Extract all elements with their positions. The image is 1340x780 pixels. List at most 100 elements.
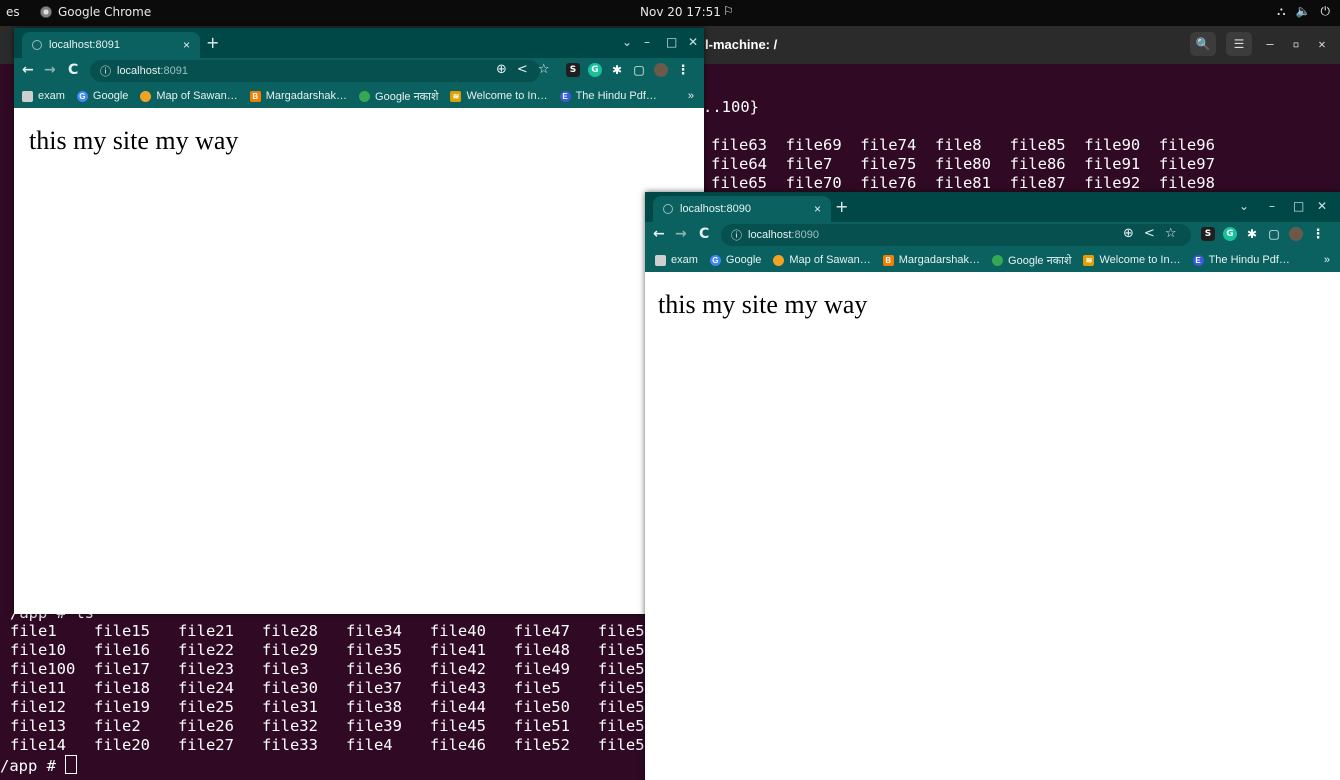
bookmark-label: The Hindu Pdf…	[1208, 254, 1290, 266]
map-pin-icon	[773, 254, 785, 266]
grammarly-icon[interactable]: G	[1223, 227, 1237, 241]
minimize-icon[interactable]: –	[644, 35, 650, 49]
google-icon: G	[709, 254, 721, 266]
profile-avatar[interactable]	[1289, 227, 1303, 241]
bookmark-exam[interactable]: exam	[655, 254, 698, 266]
bookmarks-bar: exam G Google Map of Sawan… B Margadarshak…	[14, 84, 704, 108]
maximize-icon[interactable]: □	[1293, 199, 1304, 213]
terminal-line: ..100}	[703, 98, 759, 116]
bookmark-google[interactable]: G Google	[76, 90, 129, 102]
menu-kebab-icon[interactable]: ⋮	[1311, 227, 1325, 242]
share-icon[interactable]: <	[517, 62, 528, 77]
terminal-line: file11 file18 file24 file30 file37 file4…	[10, 679, 701, 697]
url-host: localhost	[117, 65, 161, 77]
side-panel-icon[interactable]: ▢	[1267, 227, 1281, 241]
bookmark-map-of-sawan[interactable]: Map of Sawan…	[773, 254, 871, 266]
extensions-puzzle-icon[interactable]: ✱	[1245, 227, 1259, 241]
tab-close-icon[interactable]: ×	[814, 202, 821, 216]
chrome-window-8091[interactable]: localhost:8091 × + ⌄ – □ ✕ ← → C ⓘ local…	[14, 28, 704, 614]
terminal-close-icon[interactable]: ✕	[1314, 37, 1330, 51]
google-icon: G	[76, 90, 88, 102]
terminal-line: file12 file19 file25 file31 file38 file4…	[10, 698, 701, 716]
bookmark-welcome[interactable]: ≋ Welcome to In…	[450, 90, 548, 102]
address-bar[interactable]: ⓘ localhost:8090	[721, 224, 1191, 246]
map-pin-icon	[140, 90, 152, 102]
url-port: :8090	[791, 229, 819, 241]
terminal-maximize-icon[interactable]: ▫	[1288, 37, 1304, 51]
terminal-menu-icon[interactable]: ☰	[1226, 32, 1252, 56]
bookmarks-overflow-icon[interactable]: »	[1324, 254, 1330, 266]
clock[interactable]: Nov 20 17:51	[640, 5, 721, 19]
bookmark-google-maps[interactable]: Google नकाशे	[992, 253, 1071, 268]
address-bar[interactable]: ⓘ localhost:8091	[90, 60, 540, 82]
bookmark-the-hindu[interactable]: E The Hindu Pdf…	[559, 90, 657, 102]
tab-localhost-8091[interactable]: localhost:8091 ×	[22, 32, 200, 58]
terminal-title: l-machine: /	[705, 37, 778, 52]
minimize-icon[interactable]: –	[1269, 199, 1275, 213]
bookmark-label: Map of Sawan…	[789, 254, 871, 266]
bookmark-margadarshak[interactable]: B Margadarshak…	[249, 90, 347, 102]
terminal-line: file14 file20 file27 file33 file4 file46…	[10, 736, 701, 754]
bookmarks-bar: exam G Google Map of Sawan… B Margadarshak…	[645, 248, 1340, 272]
app-menu-label: Google Chrome	[58, 5, 152, 19]
terminal-search-icon[interactable]: 🔍	[1190, 32, 1216, 56]
bookmark-margadarshak[interactable]: B Margadarshak…	[882, 254, 980, 266]
back-icon[interactable]: ←	[653, 226, 665, 242]
tab-localhost-8090[interactable]: localhost:8090 ×	[653, 196, 831, 222]
notification-icon: ⚐	[723, 4, 734, 18]
bookmark-map-of-sawan[interactable]: Map of Sawan…	[140, 90, 238, 102]
terminal-line: file64 file7 file75 file80 file86 file91…	[711, 155, 1215, 173]
welcome-icon: ≋	[450, 90, 462, 102]
forward-icon[interactable]: →	[675, 226, 687, 242]
new-tab-icon[interactable]: +	[835, 199, 848, 215]
system-tray[interactable]: ⛬ 🔈 ⏻	[1277, 4, 1330, 19]
bookmark-welcome[interactable]: ≋ Welcome to In…	[1083, 254, 1181, 266]
volume-icon: 🔈	[1295, 4, 1311, 18]
profile-avatar[interactable]	[654, 63, 668, 77]
extensions-puzzle-icon[interactable]: ✱	[610, 63, 624, 77]
site-info-icon[interactable]: ⓘ	[731, 227, 742, 243]
zoom-icon[interactable]: ⊕	[1123, 226, 1134, 241]
close-icon[interactable]: ✕	[1317, 199, 1327, 213]
close-icon[interactable]: ✕	[688, 35, 698, 49]
tab-search-icon[interactable]: ⌄	[622, 35, 632, 49]
tab-close-icon[interactable]: ×	[183, 38, 190, 52]
forward-icon[interactable]: →	[44, 62, 56, 78]
bookmarks-overflow-icon[interactable]: »	[688, 90, 694, 102]
share-icon[interactable]: <	[1144, 226, 1155, 241]
terminal-prompt-line[interactable]: /app #	[0, 755, 78, 776]
tab-favicon-icon	[663, 204, 673, 214]
bookmark-the-hindu[interactable]: E The Hindu Pdf…	[1192, 254, 1290, 266]
bookmark-google[interactable]: G Google	[709, 254, 761, 266]
site-info-icon[interactable]: ⓘ	[100, 63, 111, 79]
toolbar: ← → C ⓘ localhost:8091 ⊕ < ☆ S G ✱ ▢ ⋮	[14, 58, 704, 84]
reload-icon[interactable]: C	[68, 62, 78, 78]
zoom-icon[interactable]: ⊕	[496, 62, 507, 77]
maximize-icon[interactable]: □	[666, 35, 677, 49]
bookmark-label: The Hindu Pdf…	[575, 90, 657, 102]
bookmark-star-icon[interactable]: ☆	[1165, 226, 1177, 241]
extension-s-icon[interactable]: S	[566, 63, 580, 77]
blogger-icon: B	[249, 90, 261, 102]
app-menu[interactable]: Google Chrome	[40, 5, 151, 19]
url-port: :8091	[160, 65, 188, 77]
tab-search-icon[interactable]: ⌄	[1239, 199, 1249, 213]
bookmark-label: Google	[92, 90, 129, 102]
activities-button[interactable]: es	[6, 5, 20, 19]
menu-kebab-icon[interactable]: ⋮	[676, 63, 690, 78]
grammarly-icon[interactable]: G	[588, 63, 602, 77]
page-content-text: this my site my way	[658, 290, 868, 319]
terminal-minimize-icon[interactable]: –	[1262, 37, 1278, 51]
extension-s-icon[interactable]: S	[1201, 227, 1215, 241]
bookmark-exam[interactable]: exam	[22, 90, 65, 102]
reload-icon[interactable]: C	[699, 226, 709, 242]
toolbar: ← → C ⓘ localhost:8090 ⊕ < ☆ S G ✱ ▢ ⋮	[645, 222, 1340, 248]
bookmark-star-icon[interactable]: ☆	[538, 62, 550, 77]
folder-icon	[22, 90, 33, 102]
chrome-window-8090[interactable]: localhost:8090 × + ⌄ – □ ✕ ← → C ⓘ local…	[645, 192, 1340, 780]
bookmark-google-maps[interactable]: Google नकाशे	[359, 89, 438, 104]
maps-icon	[359, 90, 371, 102]
new-tab-icon[interactable]: +	[206, 35, 219, 51]
back-icon[interactable]: ←	[22, 62, 34, 78]
side-panel-icon[interactable]: ▢	[632, 63, 646, 77]
